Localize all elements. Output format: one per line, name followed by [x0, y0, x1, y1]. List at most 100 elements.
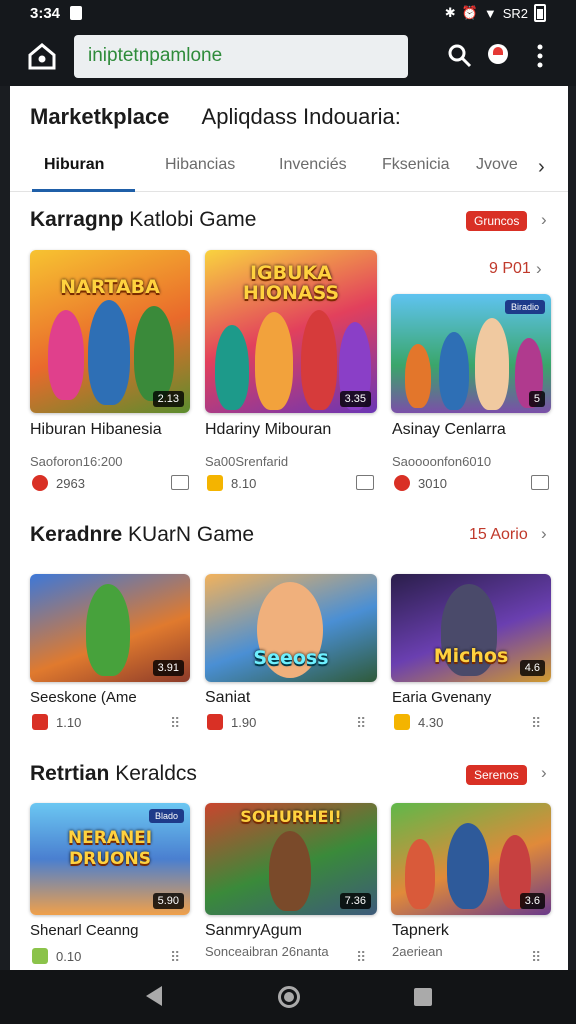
grid-icon[interactable]: ⠿ — [356, 948, 374, 966]
game-thumbnail[interactable]: 3.91 — [30, 574, 190, 682]
page-title: Marketkplace Apliqdass Indouaria: — [30, 104, 401, 130]
game-meta-value: 1.90 — [231, 714, 257, 730]
game-thumbnail[interactable]: IGBUKA HIONASS 3.35 — [205, 250, 377, 413]
game-name[interactable]: Asinay Cenlarra — [392, 421, 506, 439]
tab-hiburan[interactable]: Hiburan — [44, 156, 104, 174]
rating-icon — [32, 714, 48, 730]
game-meta-value: 4.30 — [418, 714, 444, 730]
game-meta-value: 2963 — [56, 475, 85, 491]
game-subtitle: Saoooonfon6010 — [392, 454, 492, 469]
section-title: Keradnre KUarN Game — [30, 523, 254, 547]
game-name[interactable]: SanmryAgum — [205, 922, 302, 940]
game-name[interactable]: Saniat — [205, 689, 250, 707]
section-pill-button[interactable]: Serenos — [466, 765, 527, 785]
rating-icon — [207, 714, 223, 730]
rating-badge: 2.13 — [152, 391, 184, 407]
game-name[interactable]: Hdariny Mibouran — [205, 421, 331, 439]
game-name[interactable]: Tapnerk — [392, 922, 449, 940]
url-bar[interactable]: iniptetnpamlone — [74, 35, 408, 78]
character-figure — [255, 312, 293, 410]
grid-icon[interactable]: ⠿ — [531, 948, 549, 966]
system-nav-bar — [0, 970, 576, 1024]
game-name[interactable]: Hiburan Hibanesia — [30, 421, 162, 439]
character-figure — [86, 584, 130, 676]
game-subtitle: Sa00Srenfarid — [205, 454, 289, 469]
character-figure — [301, 310, 337, 410]
grid-icon[interactable]: ⠿ — [170, 714, 188, 732]
section-title-bold: Keradnre — [30, 523, 123, 546]
game-name[interactable]: Earia Gvenany — [392, 689, 491, 706]
game-meta-value: 1.10 — [56, 714, 82, 730]
home-icon[interactable] — [26, 40, 58, 72]
section-title-rest: Katlobi Game — [129, 208, 257, 231]
chevron-right-icon[interactable]: › — [541, 210, 547, 230]
game-name[interactable]: Seeskone (Ame — [30, 689, 137, 706]
game-meta: 4.30 — [394, 714, 443, 730]
page-content: Marketkplace Apliqdass Indouaria: Hibura… — [10, 86, 568, 970]
game-meta: 0.10 — [32, 948, 81, 964]
wifi-icon: ▼ — [483, 5, 497, 21]
tab-invencies[interactable]: Invenciés — [279, 156, 347, 174]
character-figure — [405, 344, 431, 408]
grid-icon[interactable]: ⠿ — [170, 948, 188, 966]
game-thumbnail[interactable]: Biradio 5 — [391, 294, 551, 413]
rating-icon — [32, 475, 48, 491]
character-figure — [269, 831, 311, 911]
thumbnail-art-title: NERANEI DRUONS — [67, 827, 153, 869]
record-icon[interactable] — [488, 44, 508, 64]
game-meta: 2963 — [32, 475, 85, 491]
game-name[interactable]: Shenarl Ceanng — [30, 922, 138, 939]
section-pill-button[interactable]: Gruncos — [466, 211, 528, 231]
bluetooth-icon: ✱ — [444, 5, 456, 20]
chevron-right-icon[interactable]: › — [541, 763, 547, 783]
game-meta-value: 8.10 — [231, 475, 257, 491]
rating-icon — [207, 475, 223, 491]
rating-badge: 4.6 — [519, 660, 545, 676]
tab-hibancias[interactable]: Hibancias — [165, 156, 235, 174]
recent-apps-icon[interactable] — [414, 988, 432, 1006]
rating-badge: 5.90 — [152, 893, 184, 909]
bookmark-icon[interactable] — [356, 475, 374, 490]
section-link[interactable]: 15 Aorio — [469, 526, 528, 544]
section-title-bold: Retrtian — [30, 762, 110, 785]
thumbnail-art-title: IGBUKA HIONASS — [242, 262, 340, 305]
section-link[interactable]: 9 P01 — [489, 260, 531, 278]
bookmark-icon[interactable] — [171, 475, 189, 490]
game-meta: 3010 — [394, 475, 447, 491]
thumbnail-art-title: NARTABA — [60, 276, 160, 299]
game-meta: 1.90 — [207, 714, 256, 730]
tabs-next-chevron-icon[interactable]: › — [538, 156, 545, 179]
status-icons: ✱ ⏰ ▼ SR2 — [445, 4, 546, 22]
game-meta-value: 3010 — [418, 475, 447, 491]
game-meta-value: 0.10 — [56, 948, 82, 964]
character-figure — [447, 823, 489, 909]
game-thumbnail[interactable]: 3.6 — [391, 803, 551, 915]
bookmark-icon[interactable] — [531, 475, 549, 490]
chevron-right-icon[interactable]: › — [541, 524, 547, 544]
home-circle-icon[interactable] — [278, 986, 300, 1008]
battery-icon — [534, 4, 546, 22]
corner-label: Biradio — [504, 300, 545, 314]
active-tab-indicator — [32, 189, 135, 192]
game-subtitle: Saoforon16:200 — [30, 454, 123, 469]
notification-icon — [70, 6, 82, 20]
chevron-right-icon[interactable]: › — [536, 259, 542, 279]
search-icon[interactable] — [446, 42, 474, 70]
character-figure — [215, 325, 249, 410]
grid-icon[interactable]: ⠿ — [531, 714, 549, 732]
game-thumbnail[interactable]: Seeoss — [205, 574, 377, 682]
tab-fksenicia[interactable]: Fksenicia — [382, 156, 450, 174]
thumbnail-art-title: SOHURHEI! — [240, 807, 342, 827]
back-icon[interactable] — [146, 986, 162, 1006]
game-thumbnail[interactable]: Michos 4.6 — [391, 574, 551, 682]
game-thumbnail[interactable]: Blado NERANEI DRUONS 5.90 — [30, 803, 190, 915]
rating-badge: 3.91 — [152, 660, 184, 676]
rating-badge: 3.6 — [519, 893, 545, 909]
tab-jvove[interactable]: Jvove — [476, 156, 518, 174]
game-thumbnail[interactable]: SOHURHEI! 7.36 — [205, 803, 377, 915]
game-thumbnail[interactable]: NARTABA 2.13 — [30, 250, 190, 413]
more-menu-icon[interactable] — [526, 42, 554, 70]
grid-icon[interactable]: ⠿ — [356, 714, 374, 732]
page-title-sub: Apliqdass Indouaria: — [201, 104, 401, 129]
game-subtitle: Sonceaibran 26nanta — [205, 944, 329, 959]
